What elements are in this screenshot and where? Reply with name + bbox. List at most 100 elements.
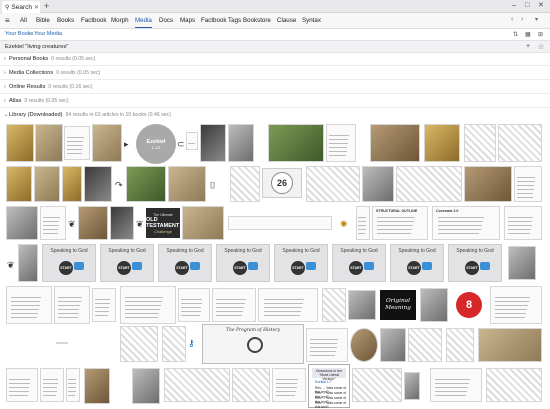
media-thumbnail[interactable] xyxy=(230,166,260,202)
chevron-down-icon[interactable]: ⌄ xyxy=(4,112,8,118)
media-thumbnail[interactable] xyxy=(84,368,110,404)
media-thumbnail[interactable] xyxy=(168,166,206,202)
menu-bookstore[interactable]: Bookstore xyxy=(243,16,271,26)
chapter-number-card[interactable]: 26 xyxy=(262,168,302,198)
media-thumbnail[interactable] xyxy=(228,124,254,162)
start-button[interactable]: START xyxy=(349,261,363,275)
hamburger-menu-icon[interactable]: ≡ xyxy=(5,16,10,25)
media-thumbnail[interactable] xyxy=(258,288,318,322)
media-thumbnail[interactable] xyxy=(356,206,370,240)
media-thumbnail[interactable] xyxy=(464,124,496,162)
add-icon[interactable]: + xyxy=(526,43,530,50)
search-query-row[interactable]: Ezekiel "living creatures" + ☆ xyxy=(0,40,550,53)
media-thumbnail[interactable] xyxy=(64,126,90,160)
speaking-to-god-card[interactable]: Speaking to God START xyxy=(158,244,212,282)
search-input[interactable]: Ezekiel "living creatures" xyxy=(5,44,68,50)
omissions-chart[interactable]: Omissions in the "Most Literal Version" … xyxy=(308,364,350,409)
stop-number-badge[interactable]: 8 xyxy=(456,292,482,318)
media-thumbnail[interactable] xyxy=(486,368,542,402)
menu-bible[interactable]: Bible xyxy=(36,16,50,26)
media-thumbnail[interactable] xyxy=(396,166,462,202)
media-thumbnail[interactable] xyxy=(306,328,348,362)
media-thumbnail[interactable] xyxy=(490,286,542,324)
section-library-downloaded[interactable]: ⌄ Library (Downloaded) 84 results in 63 a… xyxy=(0,109,550,122)
breadcrumb-your-media[interactable]: Your Media xyxy=(34,31,62,37)
media-thumbnail[interactable] xyxy=(40,368,64,402)
media-thumbnail[interactable] xyxy=(514,166,542,202)
speaking-to-god-card[interactable]: Speaking to God START xyxy=(332,244,386,282)
media-thumbnail[interactable] xyxy=(120,326,158,362)
media-thumbnail[interactable] xyxy=(92,288,116,322)
media-thumbnail[interactable] xyxy=(362,166,394,202)
chevron-right-icon[interactable]: › xyxy=(4,70,6,76)
media-thumbnail[interactable] xyxy=(326,124,356,162)
media-thumbnail[interactable] xyxy=(424,124,460,162)
section-atlas[interactable]: › Atlas 0 results (0.05 sec) xyxy=(0,95,550,108)
timeline-thumbnail[interactable] xyxy=(228,216,332,230)
new-tab-button[interactable]: + xyxy=(44,1,49,11)
media-thumbnail[interactable] xyxy=(54,286,90,324)
media-thumbnail[interactable] xyxy=(200,124,226,162)
favorite-star-icon[interactable]: ☆ xyxy=(538,43,544,51)
media-thumbnail[interactable] xyxy=(120,286,176,324)
media-thumbnail[interactable] xyxy=(380,328,406,362)
media-thumbnail[interactable] xyxy=(110,206,134,240)
close-tab-icon[interactable]: ✕ xyxy=(34,4,39,11)
media-thumbnail[interactable] xyxy=(6,286,52,324)
media-thumbnail[interactable] xyxy=(6,206,38,240)
media-thumbnail[interactable] xyxy=(34,166,60,202)
speaking-to-god-card[interactable]: Speaking to God START xyxy=(216,244,270,282)
menu-clause[interactable]: Clause xyxy=(277,16,296,26)
minimize-button[interactable]: – xyxy=(512,1,516,11)
media-thumbnail[interactable] xyxy=(212,288,256,322)
view-options-icon[interactable]: ▦ xyxy=(525,31,531,38)
start-button[interactable]: START xyxy=(465,261,479,275)
media-thumbnail[interactable] xyxy=(268,124,324,162)
panel-menu-icon[interactable]: ▾ xyxy=(535,16,538,23)
media-thumbnail[interactable] xyxy=(164,368,230,402)
media-thumbnail[interactable] xyxy=(478,328,542,362)
start-button[interactable]: START xyxy=(175,261,189,275)
menu-factbook[interactable]: Factbook xyxy=(81,16,106,26)
ezekiel-title-card[interactable]: Ezekiel 1–24 xyxy=(136,124,176,164)
speaking-to-god-card[interactable]: Speaking to God START xyxy=(100,244,154,282)
menu-books[interactable]: Books xyxy=(57,16,74,26)
speaking-to-god-card[interactable]: Speaking to God START xyxy=(448,244,502,282)
media-thumbnail[interactable] xyxy=(430,368,482,402)
start-button[interactable]: START xyxy=(291,261,305,275)
media-thumbnail[interactable] xyxy=(232,368,270,402)
old-testament-challenge-card[interactable]: The Ultimate OLD TESTAMENT Challenge xyxy=(146,208,180,238)
media-thumbnail[interactable] xyxy=(56,342,68,344)
media-thumbnail[interactable] xyxy=(6,368,38,402)
speaking-to-god-card[interactable]: Speaking to God START xyxy=(274,244,328,282)
section-personal-books[interactable]: › Personal Books 0 results (0.05 sec) xyxy=(0,53,550,66)
media-thumbnail[interactable] xyxy=(162,326,186,362)
media-thumbnail[interactable] xyxy=(6,124,34,162)
media-thumbnail[interactable] xyxy=(92,124,122,162)
media-thumbnail[interactable] xyxy=(306,166,360,202)
covenant-chart-thumbnail[interactable]: Covenant 2.0 xyxy=(432,206,500,240)
media-thumbnail[interactable] xyxy=(420,288,448,322)
media-thumbnail[interactable] xyxy=(272,368,306,402)
start-button[interactable]: START xyxy=(407,261,421,275)
chevron-right-icon[interactable]: › xyxy=(4,56,6,62)
section-online-results[interactable]: › Online Results 0 results (0.16 sec) xyxy=(0,81,550,94)
grid-view-icon[interactable]: ⊞ xyxy=(538,31,543,38)
back-arrow-icon[interactable]: ‹ xyxy=(511,16,513,23)
media-thumbnail[interactable] xyxy=(182,206,224,240)
speaking-to-god-card[interactable]: Speaking to God START xyxy=(42,244,96,282)
original-meaning-card[interactable]: Original Meaning xyxy=(380,290,416,320)
menu-docs[interactable]: Docs xyxy=(159,16,173,26)
media-thumbnail[interactable] xyxy=(352,368,402,402)
maximize-button[interactable]: □ xyxy=(525,1,529,11)
chevron-right-icon[interactable]: › xyxy=(4,84,6,90)
media-thumbnail[interactable] xyxy=(186,132,198,150)
media-thumbnail[interactable] xyxy=(446,328,474,362)
menu-factbook-tags[interactable]: Factbook Tags xyxy=(201,16,241,26)
outline-chart-thumbnail[interactable]: STRUCTURAL OUTLINE xyxy=(372,206,428,240)
media-thumbnail[interactable] xyxy=(408,328,442,362)
media-thumbnail[interactable] xyxy=(498,124,542,162)
program-of-history-chart[interactable]: The Program of History xyxy=(202,324,304,364)
menu-media[interactable]: Media xyxy=(135,16,152,28)
start-button[interactable]: START xyxy=(117,261,131,275)
